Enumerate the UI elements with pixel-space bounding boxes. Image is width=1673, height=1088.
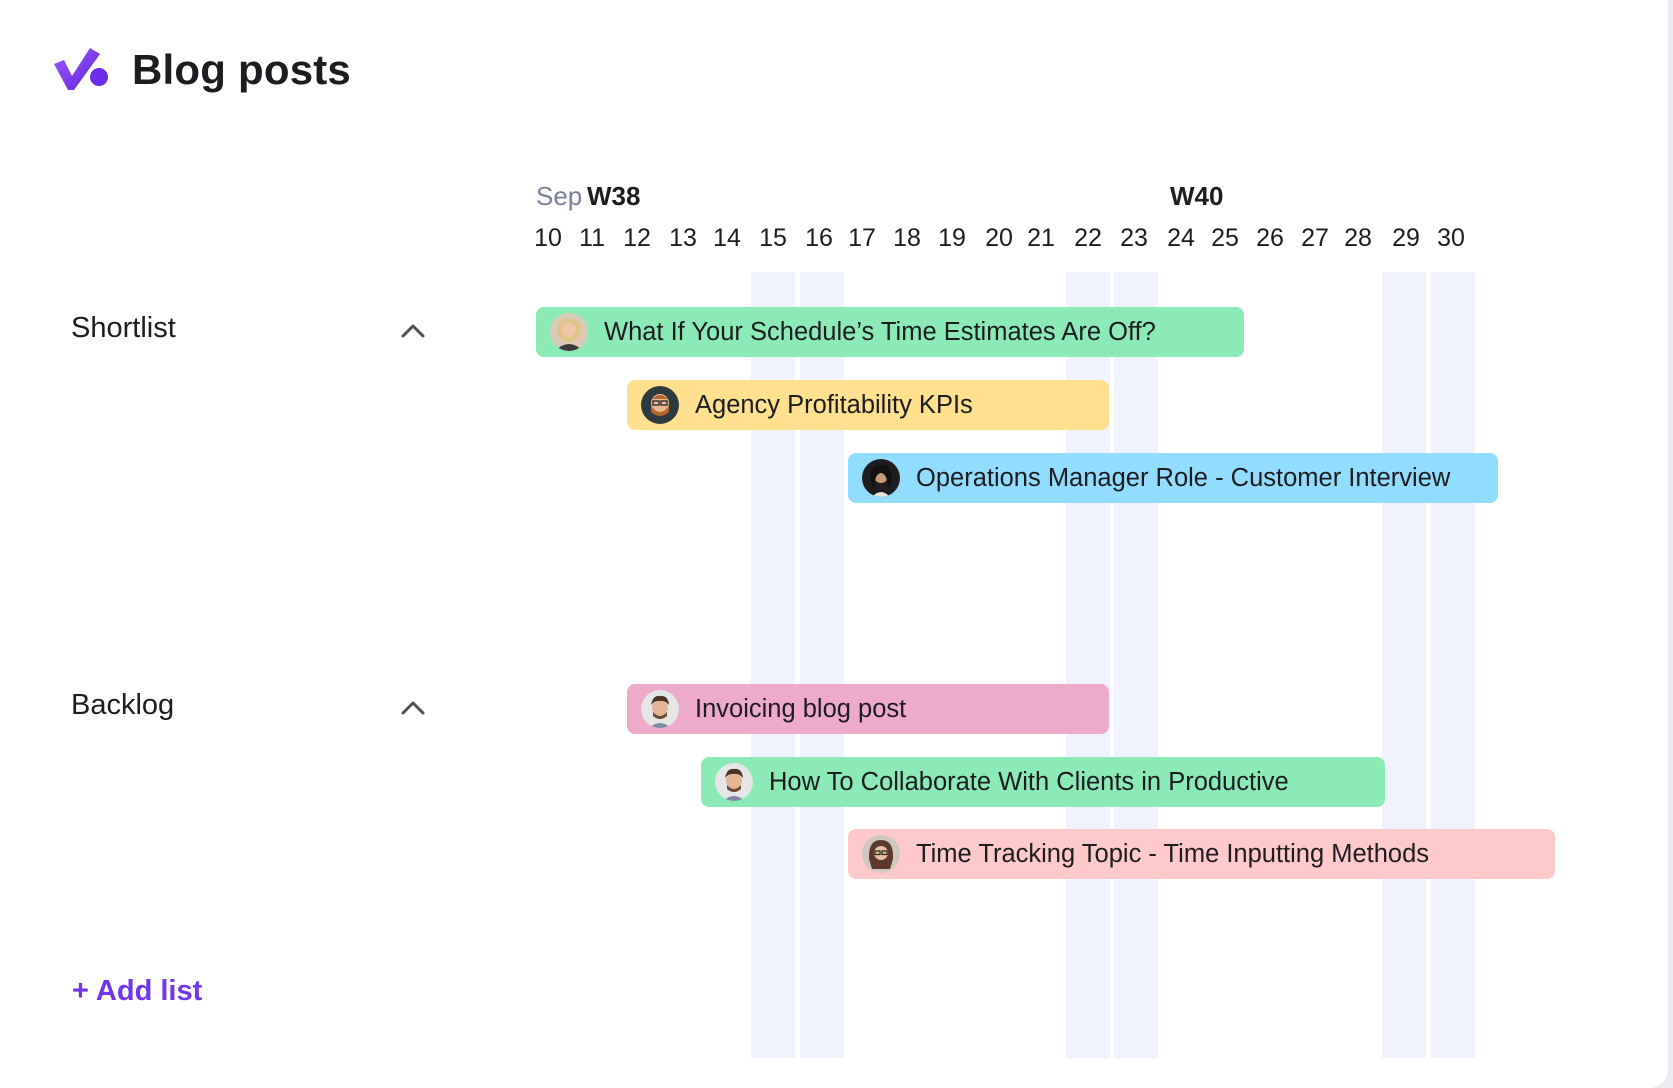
day-label: 20 xyxy=(985,224,1013,252)
day-label: 29 xyxy=(1392,224,1420,252)
day-label: 23 xyxy=(1120,224,1148,252)
task-title: How To Collaborate With Clients in Produ… xyxy=(769,767,1289,796)
day-label: 13 xyxy=(669,224,697,252)
avatar xyxy=(862,835,900,873)
task-bar[interactable]: Agency Profitability KPIs xyxy=(627,380,1109,430)
day-label: 26 xyxy=(1256,224,1284,252)
day-label: 19 xyxy=(938,224,966,252)
task-title: Operations Manager Role - Customer Inter… xyxy=(916,463,1451,492)
day-label: 18 xyxy=(893,224,921,252)
page-header: Blog posts xyxy=(52,40,351,100)
day-label: 15 xyxy=(759,224,787,252)
task-bar[interactable]: Operations Manager Role - Customer Inter… xyxy=(848,453,1498,503)
day-label: 28 xyxy=(1344,224,1372,252)
day-label: 16 xyxy=(805,224,833,252)
month-label: Sep xyxy=(536,181,583,211)
checkmark-logo-icon xyxy=(54,48,108,90)
day-label: 17 xyxy=(848,224,876,252)
task-bar[interactable]: What If Your Schedule’s Time Estimates A… xyxy=(536,307,1244,357)
task-title: Time Tracking Topic - Time Inputting Met… xyxy=(916,839,1430,868)
task-bar[interactable]: Invoicing blog post xyxy=(627,684,1109,734)
task-bar[interactable]: How To Collaborate With Clients in Produ… xyxy=(701,757,1385,807)
weekend-column xyxy=(1431,272,1475,1058)
day-label: 30 xyxy=(1437,224,1465,252)
task-bar[interactable]: Time Tracking Topic - Time Inputting Met… xyxy=(848,829,1555,879)
day-label: 22 xyxy=(1074,224,1102,252)
task-title: Agency Profitability KPIs xyxy=(695,390,973,419)
avatar xyxy=(715,763,753,801)
task-title: Invoicing blog post xyxy=(695,694,907,723)
day-label: 24 xyxy=(1167,224,1195,252)
day-label: 21 xyxy=(1027,224,1055,252)
add-list-button[interactable]: + Add list xyxy=(72,975,202,1008)
day-label: 27 xyxy=(1301,224,1329,252)
weekend-column xyxy=(1382,272,1426,1058)
day-label: 25 xyxy=(1211,224,1239,252)
avatar xyxy=(641,690,679,728)
group-label-shortlist: Shortlist xyxy=(71,312,176,344)
day-label: 14 xyxy=(713,224,741,252)
weekend-column xyxy=(1114,272,1158,1058)
task-title: What If Your Schedule’s Time Estimates A… xyxy=(604,317,1156,346)
board-panel: Blog posts Sep W38 W40 10 11 12 13 14 15… xyxy=(0,0,1668,1088)
group-label-backlog: Backlog xyxy=(71,689,175,721)
avatar xyxy=(641,386,679,424)
day-label: 10 xyxy=(534,224,562,252)
week-label: W38 xyxy=(587,181,641,211)
day-label: 11 xyxy=(579,224,605,252)
day-label: 12 xyxy=(623,224,651,252)
avatar xyxy=(862,459,900,497)
page-title: Blog posts xyxy=(132,46,351,93)
avatar xyxy=(550,313,588,351)
chevron-up-icon[interactable] xyxy=(398,697,428,717)
week-label: W40 xyxy=(1170,181,1224,211)
chevron-up-icon[interactable] xyxy=(398,320,428,340)
